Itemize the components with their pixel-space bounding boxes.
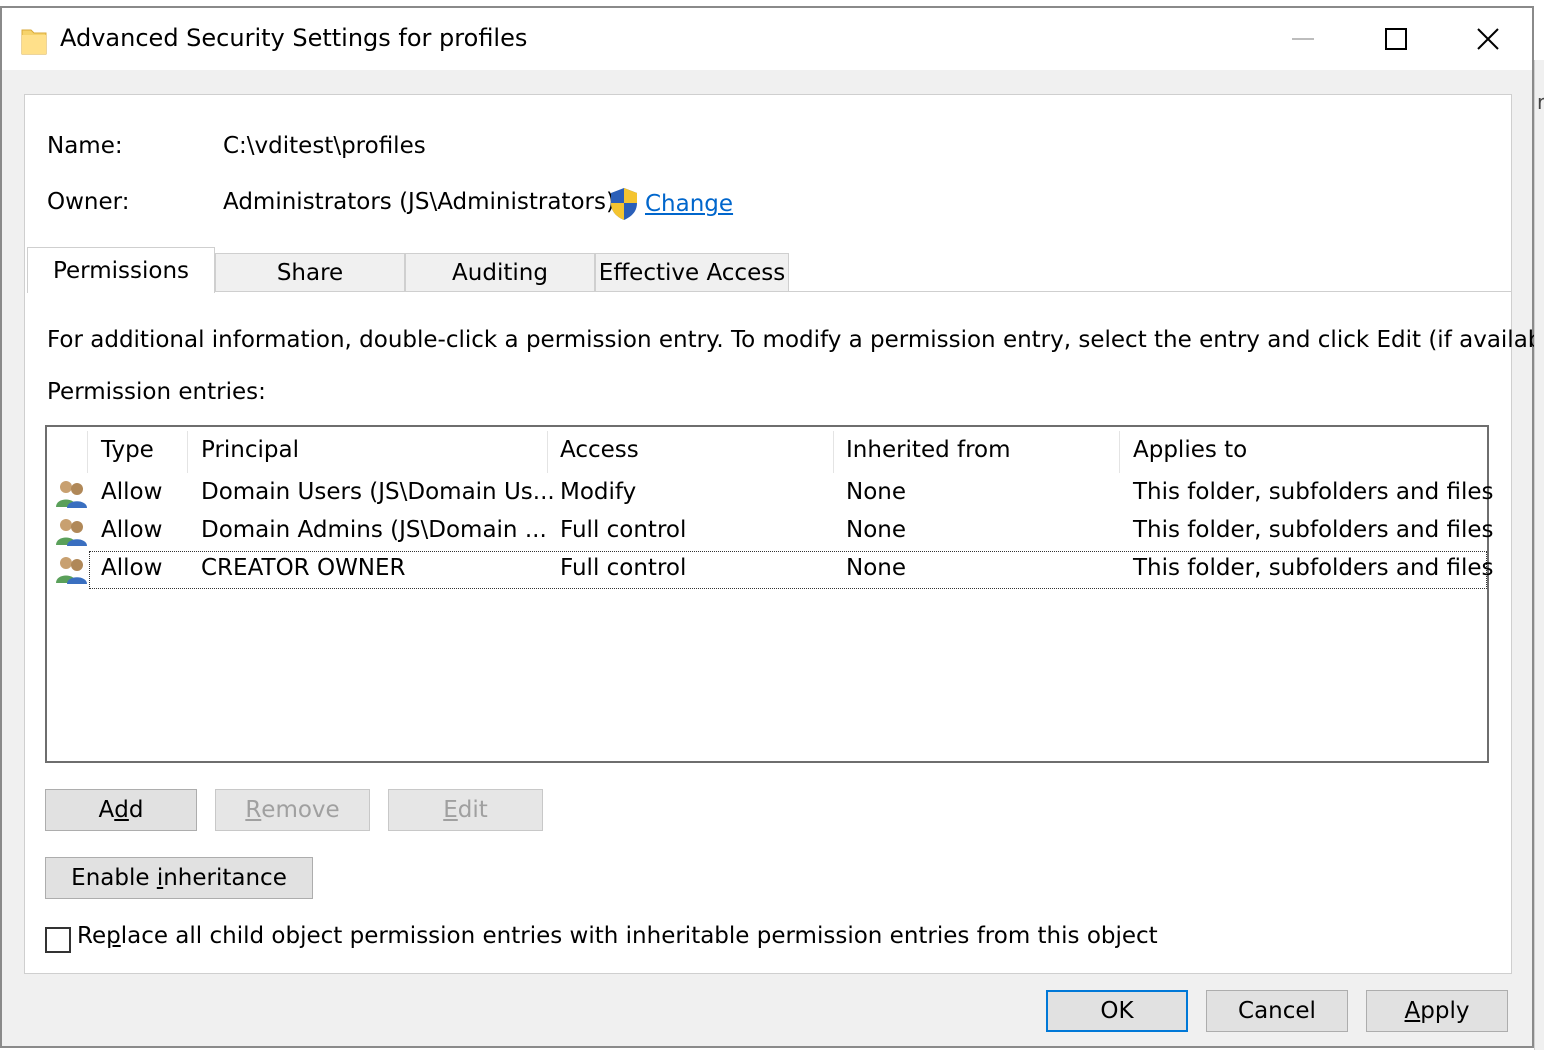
minimize-icon — [1292, 38, 1314, 40]
btn-text-post: nheritance — [163, 865, 287, 891]
background-window-edge: r — [1534, 60, 1544, 1050]
window-title: Advanced Security Settings for profiles — [60, 24, 528, 52]
column-separator[interactable] — [547, 431, 548, 473]
btn-text-post: emove — [261, 797, 340, 823]
remove-button[interactable]: Remove — [215, 789, 370, 831]
btn-text-pre: A — [98, 797, 115, 823]
user-group-icon — [56, 481, 87, 508]
apply-button[interactable]: Apply — [1366, 990, 1508, 1032]
btn-text-post: pply — [1420, 998, 1470, 1024]
column-header-principal[interactable]: Principal — [201, 437, 299, 463]
tab-share[interactable]: Share — [215, 253, 405, 291]
advanced-security-window: Advanced Security Settings for profiles … — [0, 6, 1544, 1048]
minimize-button[interactable] — [1258, 8, 1350, 70]
btn-text-post: d — [128, 797, 144, 823]
row-type: Allow — [101, 479, 163, 505]
permission-entries-label: Permission entries: — [47, 379, 266, 405]
label-accel-key: p — [106, 923, 121, 949]
column-header-type[interactable]: Type — [101, 437, 154, 463]
column-header-applies-to[interactable]: Applies to — [1133, 437, 1247, 463]
row-type: Allow — [101, 555, 163, 581]
tab-strip: Permissions Share Auditing Effective Acc… — [27, 247, 1511, 293]
owner-label: Owner: — [47, 189, 130, 215]
btn-accel-key: E — [443, 797, 458, 823]
column-header-inherited-from[interactable]: Inherited from — [846, 437, 1011, 463]
enable-inheritance-button[interactable]: Enable i nheritance — [45, 857, 313, 899]
row-inherited: None — [846, 517, 907, 543]
row-access: Full control — [560, 517, 687, 543]
row-inherited: None — [846, 555, 907, 581]
column-header-access[interactable]: Access — [560, 437, 639, 463]
label-pre: Re — [77, 923, 107, 949]
btn-label: OK — [1100, 998, 1134, 1024]
close-button[interactable] — [1442, 8, 1534, 70]
user-group-icon — [56, 557, 87, 584]
replace-child-permissions-label[interactable]: Replace all child object permission entr… — [77, 923, 1158, 949]
row-principal: Domain Users (JS\Domain Us... — [201, 479, 555, 505]
row-type: Allow — [101, 517, 163, 543]
row-access: Modify — [560, 479, 637, 505]
background-text-fragment: r — [1537, 90, 1544, 114]
row-applies: This folder, subfolders and files — [1133, 555, 1494, 581]
folder-icon — [21, 29, 47, 55]
add-button[interactable]: Add — [45, 789, 197, 831]
name-value: C:\vditest\profiles — [223, 133, 426, 159]
cancel-button[interactable]: Cancel — [1206, 990, 1348, 1032]
btn-text-pre: Enable — [71, 865, 157, 891]
column-separator[interactable] — [833, 431, 834, 473]
uac-shield-icon — [611, 188, 637, 220]
title-bar[interactable]: Advanced Security Settings for profiles — [2, 8, 1532, 70]
label-post: lace all child object permission entries… — [120, 923, 1158, 949]
permission-entries-list[interactable]: Type Principal Access Inherited from App… — [45, 425, 1494, 763]
owner-value: Administrators (JS\Administrators) — [223, 189, 615, 215]
main-panel: Name: C:\vditest\profiles Owner: Adminis… — [24, 94, 1544, 974]
change-owner-link[interactable]: Change — [645, 191, 733, 217]
btn-accel-key: A — [1404, 998, 1421, 1024]
tab-permissions[interactable]: Permissions — [27, 247, 215, 293]
maximize-button[interactable] — [1350, 8, 1442, 70]
tab-divider — [215, 291, 1511, 292]
close-icon — [1477, 28, 1499, 50]
ok-button[interactable]: OK — [1046, 990, 1188, 1032]
btn-accel-key: R — [245, 797, 262, 823]
row-inherited: None — [846, 479, 907, 505]
tab-auditing[interactable]: Auditing — [405, 253, 595, 291]
btn-accel-key: d — [114, 797, 129, 823]
replace-child-permissions-checkbox[interactable] — [45, 927, 71, 953]
maximize-icon — [1385, 28, 1407, 50]
edit-button[interactable]: Edit — [388, 789, 543, 831]
btn-text-post: dit — [457, 797, 488, 823]
row-access: Full control — [560, 555, 687, 581]
tab-label: Permissions — [52, 257, 190, 284]
table-row[interactable]: Allow Domain Users (JS\Domain Us... Modi… — [47, 475, 1494, 513]
row-applies: This folder, subfolders and files — [1133, 479, 1494, 505]
row-principal: CREATOR OWNER — [201, 555, 406, 581]
list-header: Type Principal Access Inherited from App… — [47, 427, 1487, 473]
row-applies: This folder, subfolders and files — [1133, 517, 1494, 543]
table-row[interactable]: Allow CREATOR OWNER Full control None Th… — [47, 551, 1494, 589]
user-group-icon — [56, 519, 87, 546]
table-row[interactable]: Allow Domain Admins (JS\Domain ... Full … — [47, 513, 1494, 551]
column-separator[interactable] — [187, 431, 188, 473]
btn-label: Cancel — [1238, 998, 1316, 1024]
tab-label: Effective Access — [598, 259, 786, 286]
name-label: Name: — [47, 133, 123, 159]
tab-label: Auditing — [452, 259, 548, 286]
tab-effective-access[interactable]: Effective Access — [595, 253, 789, 291]
column-separator — [87, 431, 88, 473]
row-principal: Domain Admins (JS\Domain ... — [201, 517, 547, 543]
instructions-text: For additional information, double-click… — [47, 327, 1544, 353]
column-separator[interactable] — [1119, 431, 1120, 473]
tab-label: Share — [276, 259, 344, 286]
